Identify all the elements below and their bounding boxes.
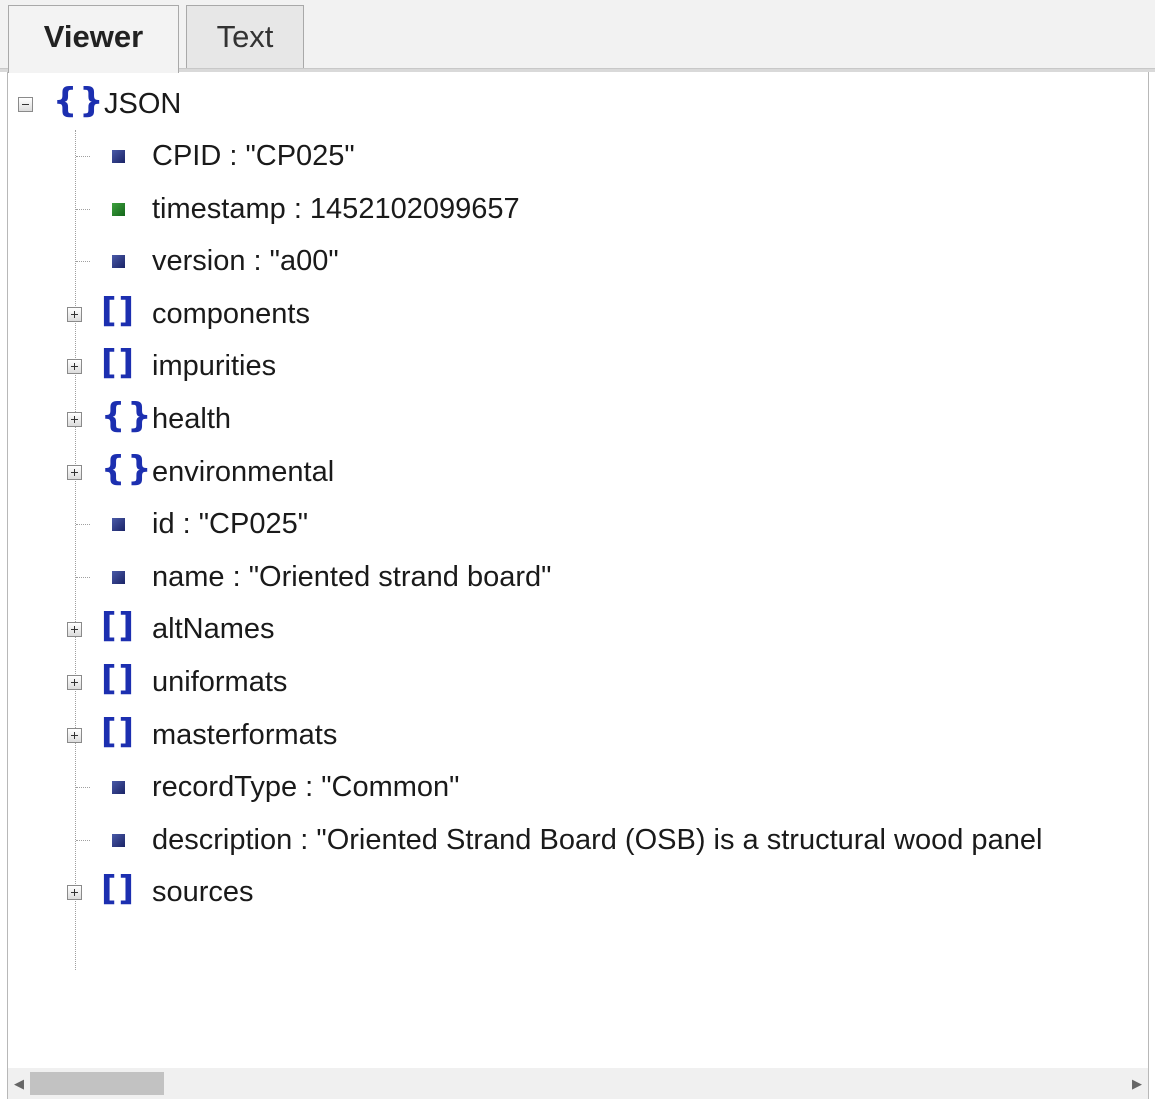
blue-square-icon	[112, 781, 125, 795]
expand-icon[interactable]	[67, 464, 82, 480]
tree-node-label: health	[152, 403, 232, 435]
tree-connector	[76, 576, 90, 578]
scroll-thumb[interactable]	[30, 1072, 164, 1095]
expand-icon[interactable]	[67, 359, 82, 375]
square-brackets-icon: []	[101, 711, 137, 752]
horizontal-scrollbar[interactable]: ◀ ▶	[7, 1068, 1149, 1099]
tree-leaf-label: id : "CP025"	[152, 508, 309, 541]
tab-bar: Viewer Text	[0, 0, 1155, 73]
expand-icon[interactable]	[67, 622, 82, 638]
tree-leaf-label: CPID : "CP025"	[152, 140, 355, 172]
curly-braces-icon: {}	[101, 396, 154, 436]
blue-square-icon	[112, 833, 125, 847]
scroll-right-arrow-icon[interactable]: ▶	[1126, 1068, 1148, 1099]
square-brackets-icon: []	[101, 869, 137, 910]
tree-node-label: impurities	[152, 350, 277, 383]
tree-root-label: JSON	[104, 88, 182, 120]
blue-square-icon	[112, 518, 125, 532]
expand-icon[interactable]	[67, 675, 82, 690]
tab-viewer[interactable]: Viewer	[8, 5, 179, 73]
expand-icon[interactable]	[67, 412, 82, 427]
tree-leaf-label: timestamp : 1452102099657	[152, 192, 520, 225]
curly-braces-icon: {}	[53, 81, 106, 121]
tree-panel: {} JSON CPID : "CP025" timestamp : 145210…	[7, 72, 1149, 1068]
square-brackets-icon: []	[101, 606, 137, 647]
tree-node-label: masterformats	[152, 718, 338, 751]
scroll-left-arrow-icon[interactable]: ◀	[8, 1068, 30, 1099]
tree-leaf-label: version : "a00"	[152, 245, 339, 278]
tree-connector	[76, 787, 90, 789]
tree-leaf-label: name : "Oriented strand board"	[152, 560, 552, 593]
square-brackets-icon: []	[101, 659, 137, 699]
tree-leaf-label: recordType : "Common"	[152, 771, 460, 804]
expand-icon[interactable]	[67, 727, 82, 743]
tree-connector	[76, 156, 90, 157]
tree-leaf-label: description : "Oriented Strand Board (OS…	[152, 823, 1043, 856]
curly-braces-icon: {}	[101, 448, 154, 489]
expand-icon[interactable]	[67, 306, 82, 322]
tree-node-label: altNames	[152, 613, 275, 646]
tree-connector	[76, 839, 90, 841]
expand-icon[interactable]	[67, 885, 82, 901]
green-square-icon	[112, 202, 125, 216]
tree-connector	[76, 208, 90, 210]
tree-node-label: sources	[152, 876, 254, 909]
blue-square-icon	[112, 150, 125, 163]
tree-connector	[76, 524, 90, 526]
tree-guide-line	[75, 130, 76, 970]
tree-connector	[76, 261, 90, 263]
square-brackets-icon: []	[101, 343, 137, 384]
tree-node-label: uniformats	[152, 666, 288, 698]
tree-node-label: components	[152, 297, 310, 330]
blue-square-icon	[112, 570, 125, 584]
tab-text[interactable]: Text	[186, 5, 304, 69]
tree-node-label: environmental	[152, 455, 335, 488]
json-viewer-app: Viewer Text {} JSON CPID : "CP025" timest…	[0, 0, 1155, 1099]
blue-square-icon	[112, 255, 125, 269]
collapse-icon[interactable]	[18, 97, 33, 112]
square-brackets-icon: []	[101, 290, 137, 331]
